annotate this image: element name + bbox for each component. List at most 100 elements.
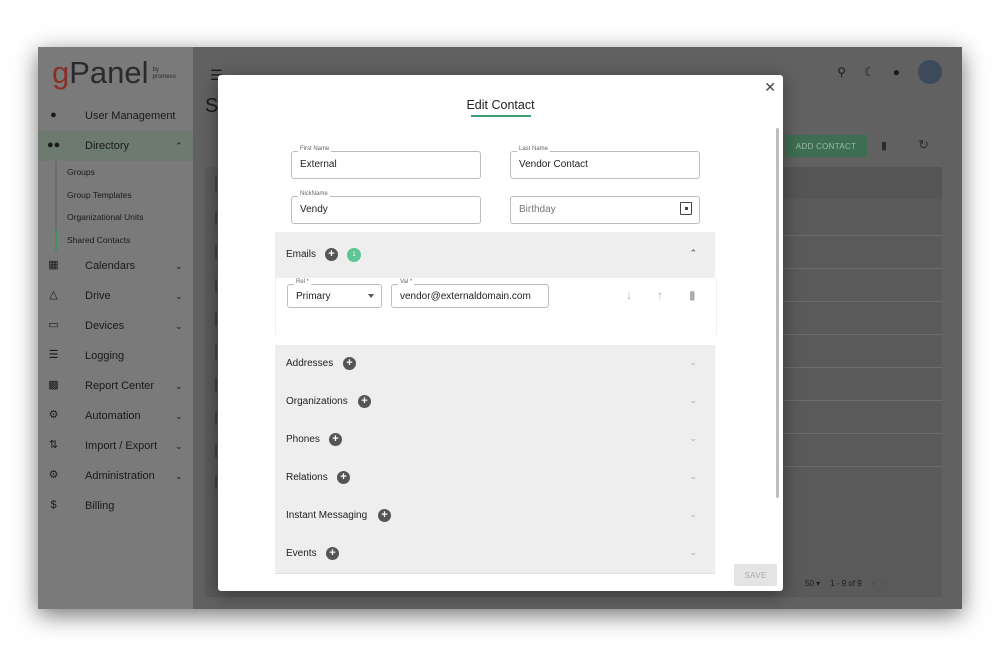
- add-email-icon[interactable]: +: [325, 248, 338, 261]
- row-checkbox[interactable]: [215, 312, 217, 326]
- rows-per-page-value: 50: [805, 579, 814, 588]
- sidebar-item-label: Import / Export: [85, 440, 158, 452]
- row-divider: [773, 433, 942, 434]
- row-divider: [773, 301, 942, 302]
- search-icon[interactable]: ⚲: [837, 65, 846, 89]
- phones-section-header[interactable]: Phones + ⌄: [275, 421, 715, 460]
- sidebar-item-administration[interactable]: ⚙ Administration ⌄: [38, 461, 193, 491]
- title-underline: [471, 115, 531, 117]
- chevron-down-icon: ⌄: [689, 433, 697, 443]
- sidebar-item-directory[interactable]: ●● Directory ⌃: [38, 131, 193, 161]
- sidebar-subitem-group-templates[interactable]: Group Templates: [38, 183, 193, 206]
- row-checkbox[interactable]: [215, 378, 217, 392]
- sidebar-item-user-management[interactable]: ● User Management: [38, 101, 193, 131]
- row-checkbox[interactable]: [215, 345, 217, 359]
- sidebar-item-calendars[interactable]: ▦ Calendars ⌄: [38, 251, 193, 281]
- add-address-icon[interactable]: +: [343, 357, 356, 370]
- logo-g: g: [52, 55, 70, 90]
- add-event-icon[interactable]: +: [326, 547, 339, 560]
- sidebar-subitem-shared-contacts[interactable]: Shared Contacts: [38, 228, 193, 251]
- sidebar-item-devices[interactable]: ▭ Devices ⌄: [38, 311, 193, 341]
- add-relation-icon[interactable]: +: [337, 471, 350, 484]
- row-checkbox[interactable]: [215, 245, 217, 259]
- sidebar-item-label: Calendars: [85, 260, 136, 272]
- people-icon: ●●: [47, 139, 61, 151]
- sidebar-subitem-organizational-units[interactable]: Organizational Units: [38, 206, 193, 229]
- next-page-icon[interactable]: ›: [884, 579, 887, 588]
- sidebar-item-drive[interactable]: △ Drive ⌄: [38, 281, 193, 311]
- move-down-icon[interactable]: ↓: [626, 288, 632, 302]
- organizations-section-header[interactable]: Organizations + ⌄: [275, 383, 715, 422]
- chevron-down-icon: ⌄: [175, 410, 183, 421]
- rows-per-page-select[interactable]: 50 ▾: [805, 579, 820, 588]
- add-organization-icon[interactable]: +: [358, 395, 371, 408]
- devices-icon: ▭: [48, 319, 59, 331]
- birthday-field[interactable]: Birthday: [510, 196, 700, 224]
- relations-section-header[interactable]: Relations + ⌄: [275, 459, 715, 498]
- first-name-field[interactable]: First Name External: [291, 146, 481, 179]
- chevron-up-icon[interactable]: ⌃: [689, 248, 697, 259]
- events-section-header[interactable]: Events + ⌄: [275, 535, 715, 574]
- calendar-icon: ▦: [48, 259, 59, 271]
- logo-by: by: [152, 67, 159, 73]
- logo-brand: promevo: [152, 74, 176, 80]
- add-instant-messaging-icon[interactable]: +: [378, 509, 391, 522]
- sidebar-subitem-label: Shared Contacts: [67, 234, 131, 245]
- sidebar-item-automation[interactable]: ⚙ Automation ⌄: [38, 401, 193, 431]
- import-export-icon: ⇅: [48, 439, 59, 451]
- emails-section-header[interactable]: Emails + 1 ⌃: [275, 232, 715, 279]
- row-checkbox[interactable]: [215, 177, 217, 191]
- calendar-icon[interactable]: [680, 202, 692, 215]
- sidebar-item-label: Automation: [85, 410, 141, 422]
- sidebar-item-import-export[interactable]: ⇅ Import / Export ⌄: [38, 431, 193, 461]
- trash-icon[interactable]: ▮: [881, 139, 887, 152]
- sidebar-subitem-groups[interactable]: Groups: [38, 161, 193, 184]
- last-name-label: Last Name: [517, 146, 551, 152]
- chevron-down-icon: ⌄: [175, 260, 183, 271]
- row-checkbox[interactable]: [215, 279, 217, 293]
- row-checkbox[interactable]: [215, 475, 217, 489]
- emails-section: Emails + 1 ⌃ Rel * Primary Val * vendor@…: [275, 232, 717, 335]
- chevron-down-icon: ⌄: [689, 509, 697, 519]
- save-button[interactable]: SAVE: [734, 564, 777, 586]
- add-contact-button[interactable]: ADD CONTACT: [785, 135, 867, 157]
- sidebar-item-report-center[interactable]: ▩ Report Center ⌄: [38, 371, 193, 401]
- instant-messaging-section-header[interactable]: Instant Messaging + ⌄: [275, 497, 715, 536]
- chevron-down-icon: ⌄: [689, 471, 697, 481]
- dark-mode-icon[interactable]: ☾: [864, 65, 875, 89]
- dialog-scrollbar[interactable]: [776, 128, 779, 498]
- move-up-icon[interactable]: ↑: [657, 288, 663, 302]
- chevron-down-icon: ⌄: [175, 290, 183, 301]
- prev-page-icon[interactable]: ‹: [872, 579, 875, 588]
- delete-icon[interactable]: ▮: [689, 288, 696, 302]
- row-checkbox[interactable]: [215, 411, 217, 425]
- addresses-section-header[interactable]: Addresses + ⌄: [275, 345, 715, 384]
- close-icon[interactable]: ✕: [764, 79, 776, 96]
- refresh-icon[interactable]: ↻: [918, 137, 929, 153]
- nickname-field[interactable]: NickName Vendy: [291, 191, 481, 224]
- birthday-placeholder: Birthday: [519, 204, 556, 215]
- sidebar-item-logging[interactable]: ☰ Logging: [38, 341, 193, 371]
- sidebar: g Panel by promevo ● User Management ●● Di…: [38, 47, 193, 609]
- sidebar-item-label: Devices: [85, 320, 125, 332]
- topbar-actions: ⚲ ☾ ●: [837, 60, 942, 89]
- row-divider: [773, 400, 942, 401]
- row-divider: [773, 268, 942, 269]
- add-phone-icon[interactable]: +: [329, 433, 342, 446]
- row-checkbox[interactable]: [215, 211, 217, 225]
- sidebar-item-billing[interactable]: $ Billing: [38, 491, 193, 521]
- first-name-value: External: [300, 159, 337, 170]
- avatar[interactable]: [918, 60, 942, 84]
- nickname-label: NickName: [298, 191, 330, 197]
- sidebar-item-label: Report Center: [85, 380, 155, 392]
- email-value-field[interactable]: Val * vendor@externaldomain.com: [391, 279, 549, 308]
- dropdown-arrow-icon: [368, 294, 374, 298]
- row-divider: [773, 466, 942, 467]
- last-name-field[interactable]: Last Name Vendor Contact: [510, 146, 700, 179]
- row-checkbox[interactable]: [215, 444, 217, 458]
- sidebar-subitem-label: Group Templates: [67, 189, 132, 200]
- email-rel-select[interactable]: Rel * Primary: [287, 279, 382, 308]
- sidebar-item-label: Logging: [85, 350, 125, 362]
- events-section-title: Events: [286, 548, 317, 559]
- bell-icon[interactable]: ●: [893, 65, 900, 89]
